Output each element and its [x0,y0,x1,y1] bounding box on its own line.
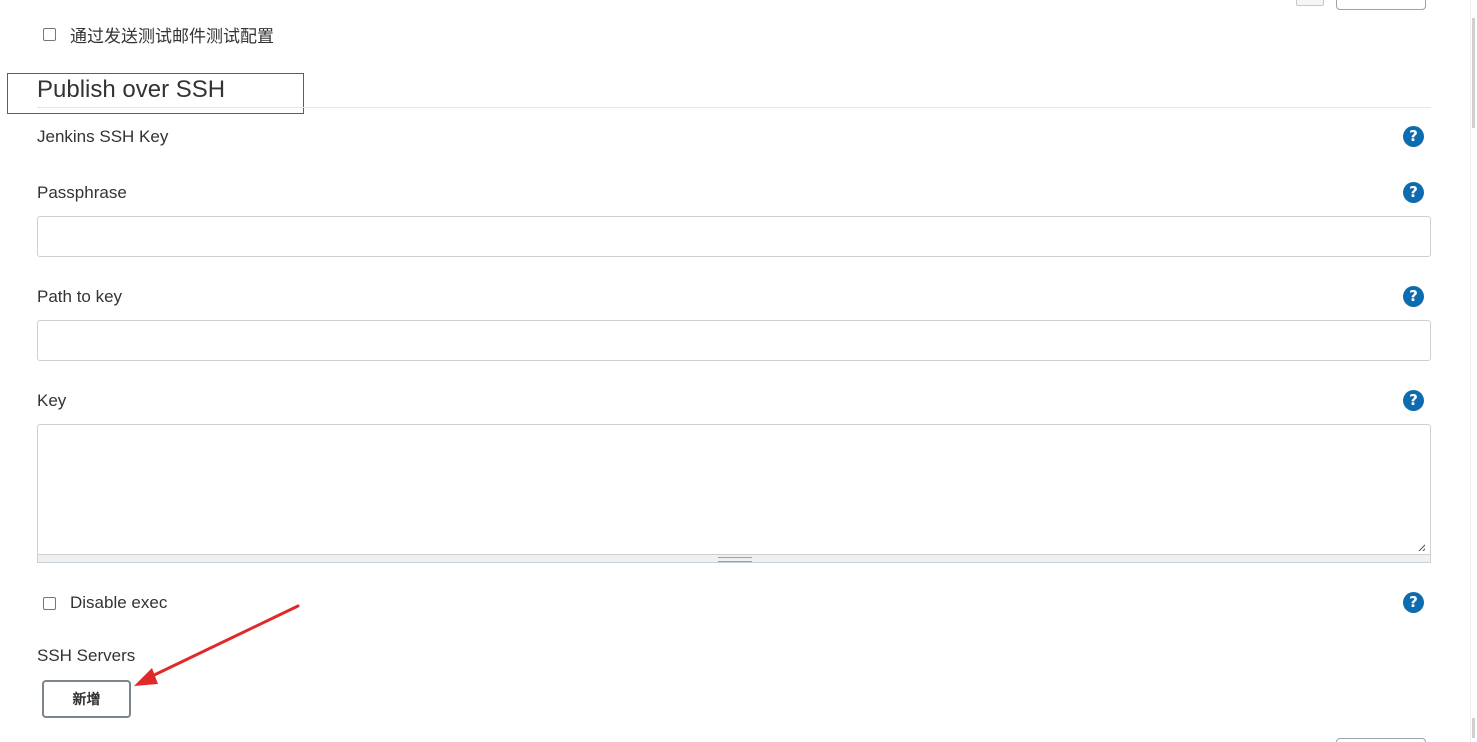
disable-exec-checkbox[interactable] [43,596,56,610]
email-test-label: 通过发送测试邮件测试配置 [70,27,274,46]
disable-exec-help-icon[interactable]: ? [1403,592,1424,613]
partial-button-top[interactable] [1336,0,1426,10]
section-title: Publish over SSH [37,76,226,103]
path-to-key-input[interactable] [37,320,1431,361]
scrollbar-thumb-lower[interactable] [1472,718,1475,738]
path-to-key-help-icon[interactable]: ? [1403,286,1424,307]
partial-control-top[interactable] [1296,0,1324,6]
partial-button-bottom[interactable] [1336,738,1426,742]
drag-handle-icon[interactable] [718,557,752,562]
disable-exec-label: Disable exec [70,593,168,612]
jenkins-ssh-key-label: Jenkins SSH Key [37,127,169,146]
passphrase-label: Passphrase [37,183,127,202]
disable-exec-row: Disable exec [43,593,167,613]
email-test-row: 通过发送测试邮件测试配置 [43,22,274,47]
passphrase-input[interactable] [37,216,1431,257]
textarea-expand-bar[interactable] [37,555,1431,563]
key-help-icon[interactable]: ? [1403,390,1424,411]
jenkins-ssh-key-help-icon[interactable]: ? [1403,126,1424,147]
publish-over-ssh-config-page: 通过发送测试邮件测试配置 Publish over SSH Jenkins SS… [0,0,1477,742]
ssh-servers-label: SSH Servers [37,646,136,665]
path-to-key-label: Path to key [37,287,123,306]
scrollbar-divider [1470,0,1471,742]
textarea-resize-grip-icon[interactable] [1417,543,1425,551]
key-textarea[interactable] [37,424,1431,555]
key-label: Key [37,391,67,410]
section-divider [37,107,1431,108]
email-test-checkbox[interactable] [43,28,56,41]
passphrase-help-icon[interactable]: ? [1403,182,1424,203]
add-ssh-server-button[interactable]: 新增 [42,680,131,718]
scrollbar-thumb[interactable] [1472,18,1475,128]
